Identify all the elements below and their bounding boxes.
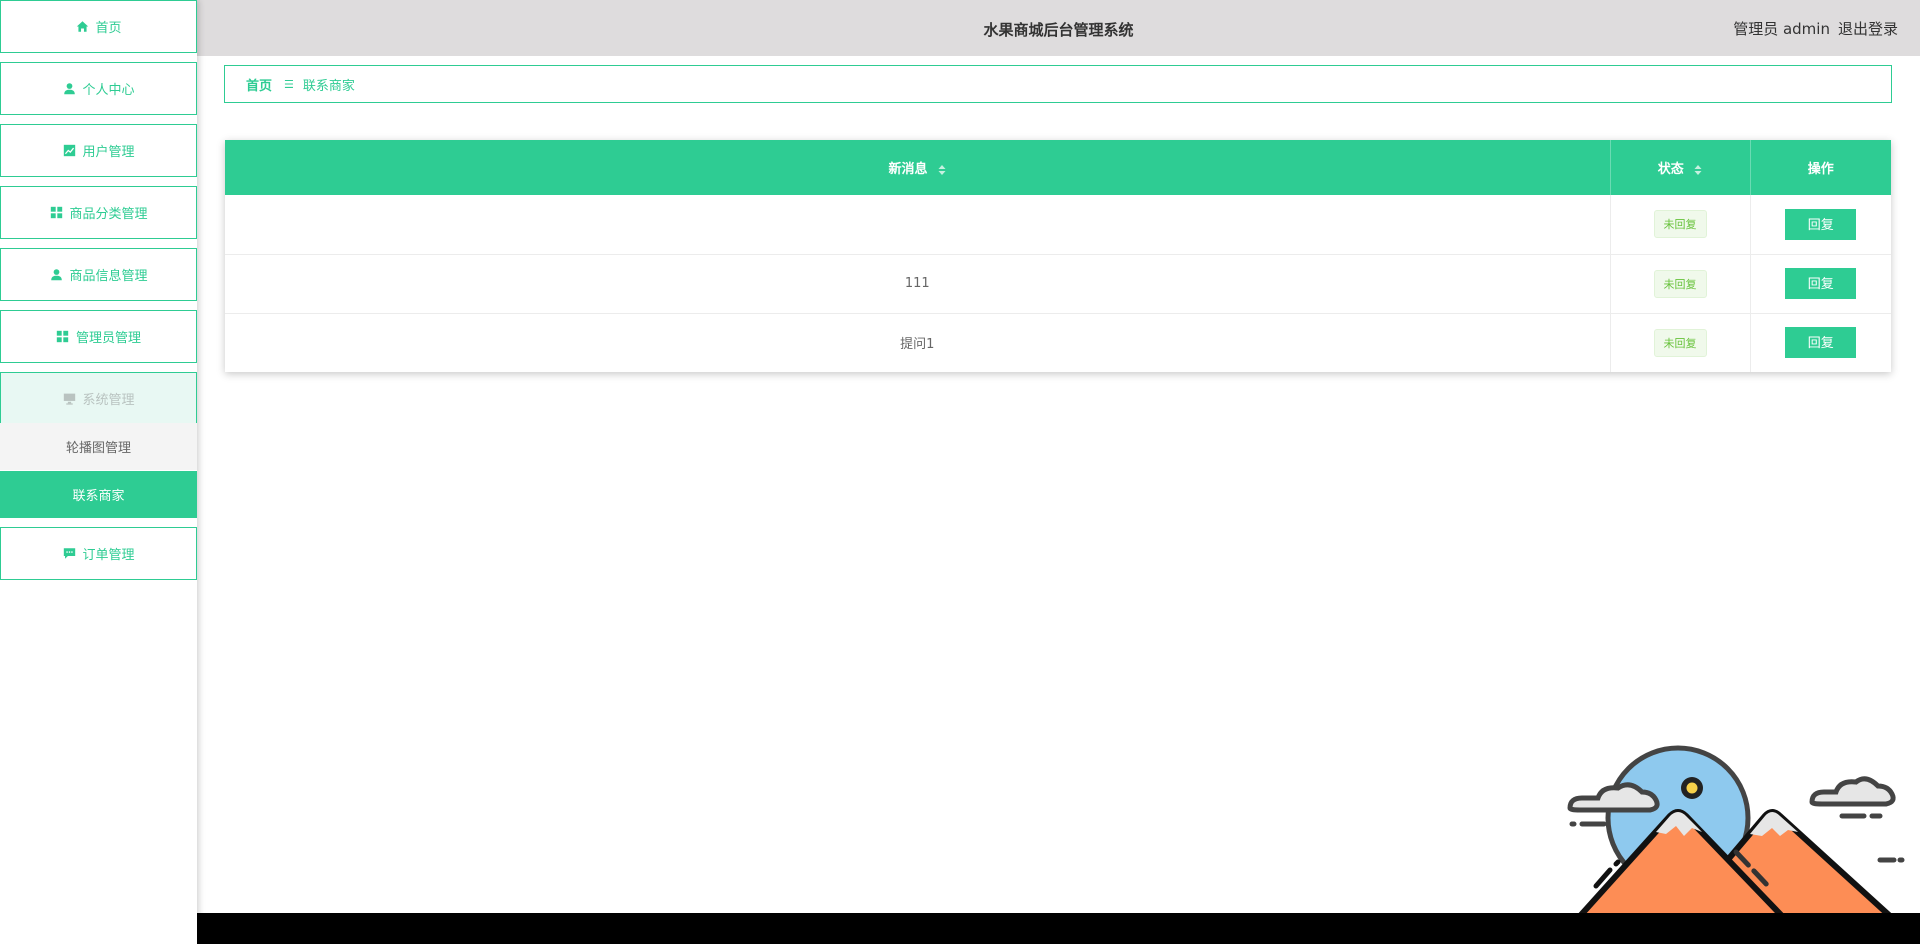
home-icon bbox=[75, 20, 89, 34]
breadcrumb-current: 联系商家 bbox=[302, 78, 355, 94]
user-icon bbox=[49, 268, 63, 282]
table-row: 111 未回复 回复 bbox=[225, 254, 1891, 314]
sidebar-item-label: 用户管理 bbox=[82, 145, 135, 160]
grid-icon bbox=[56, 330, 70, 344]
submenu-item-label: 轮播图管理 bbox=[65, 441, 131, 456]
top-bar: 水果商城后台管理系统 管理员 admin 退出登录 bbox=[197, 0, 1920, 56]
reply-button[interactable]: 回复 bbox=[1785, 268, 1857, 299]
message-icon bbox=[62, 547, 76, 561]
status-cell: 未回复 bbox=[1610, 254, 1751, 314]
table-row: 未回复 回复 bbox=[225, 195, 1891, 255]
status-badge: 未回复 bbox=[1653, 269, 1707, 298]
breadcrumb: 首页 ☰ 联系商家 bbox=[224, 65, 1892, 103]
sidebar-item-label: 管理员管理 bbox=[75, 331, 141, 346]
reply-button[interactable]: 回复 bbox=[1785, 208, 1857, 240]
mountain-illustration bbox=[1567, 745, 1905, 916]
sort-icon[interactable] bbox=[1694, 164, 1702, 176]
submenu-item-label: 联系商家 bbox=[72, 489, 125, 504]
footer-bar bbox=[197, 913, 1920, 944]
action-cell: 回复 bbox=[1750, 195, 1891, 255]
logout-link[interactable]: 退出登录 bbox=[1838, 18, 1898, 39]
message-cell: 111 bbox=[225, 254, 1611, 314]
submenu-item-contact-merchant[interactable]: 联系商家 bbox=[0, 471, 197, 518]
column-header-status[interactable]: 状态 bbox=[1610, 140, 1751, 195]
user-area: 管理员 admin 退出登录 bbox=[1733, 18, 1898, 39]
column-header-actions: 操作 bbox=[1750, 140, 1891, 195]
submenu-item-carousel[interactable]: 轮播图管理 bbox=[0, 423, 197, 470]
sidebar-item-label: 订单管理 bbox=[82, 548, 135, 563]
status-badge: 未回复 bbox=[1653, 210, 1707, 239]
status-cell: 未回复 bbox=[1610, 313, 1751, 372]
breadcrumb-home-link[interactable]: 首页 bbox=[246, 75, 272, 94]
sidebar-item-products[interactable]: 商品信息管理 bbox=[0, 248, 197, 301]
sidebar-item-label: 商品信息管理 bbox=[69, 269, 148, 284]
message-cell: 提问1 bbox=[225, 313, 1611, 372]
status-badge: 未回复 bbox=[1653, 328, 1707, 357]
message-cell bbox=[225, 195, 1611, 255]
sidebar-item-label: 首页 bbox=[95, 21, 122, 36]
sidebar-item-label: 商品分类管理 bbox=[69, 207, 148, 222]
status-cell: 未回复 bbox=[1610, 195, 1751, 255]
table-header-row: 新消息 状态 操作 bbox=[225, 140, 1891, 195]
column-header-message[interactable]: 新消息 bbox=[225, 140, 1611, 195]
sort-icon[interactable] bbox=[938, 164, 946, 176]
sidebar: 首页 个人中心 用户管理 商品分类管理 商品信息管理 管理员管理 系统管理 轮播… bbox=[0, 0, 197, 944]
current-user-label: 管理员 admin bbox=[1733, 20, 1830, 38]
sidebar-item-users[interactable]: 用户管理 bbox=[0, 124, 197, 177]
sidebar-item-home[interactable]: 首页 bbox=[0, 0, 197, 53]
action-cell: 回复 bbox=[1750, 313, 1891, 372]
message-table: 新消息 状态 操作 未回复 回复 111 未回复 回复 提问1 未回复 回复 bbox=[225, 140, 1891, 372]
sidebar-item-orders[interactable]: 订单管理 bbox=[0, 527, 197, 580]
user-icon bbox=[62, 82, 76, 96]
chart-icon bbox=[62, 144, 76, 158]
breadcrumb-separator-icon: ☰ bbox=[284, 77, 294, 91]
sidebar-item-system[interactable]: 系统管理 bbox=[0, 372, 197, 425]
monitor-icon bbox=[62, 392, 76, 406]
sidebar-item-label: 系统管理 bbox=[82, 393, 135, 408]
table-row: 提问1 未回复 回复 bbox=[225, 313, 1891, 372]
sidebar-item-category[interactable]: 商品分类管理 bbox=[0, 186, 197, 239]
sidebar-item-profile[interactable]: 个人中心 bbox=[0, 62, 197, 115]
reply-button[interactable]: 回复 bbox=[1785, 327, 1857, 359]
app-title: 水果商城后台管理系统 bbox=[983, 21, 1134, 39]
sidebar-item-label: 个人中心 bbox=[82, 83, 135, 98]
sidebar-item-admins[interactable]: 管理员管理 bbox=[0, 310, 197, 363]
action-cell: 回复 bbox=[1750, 254, 1891, 314]
grid-icon bbox=[49, 206, 63, 220]
